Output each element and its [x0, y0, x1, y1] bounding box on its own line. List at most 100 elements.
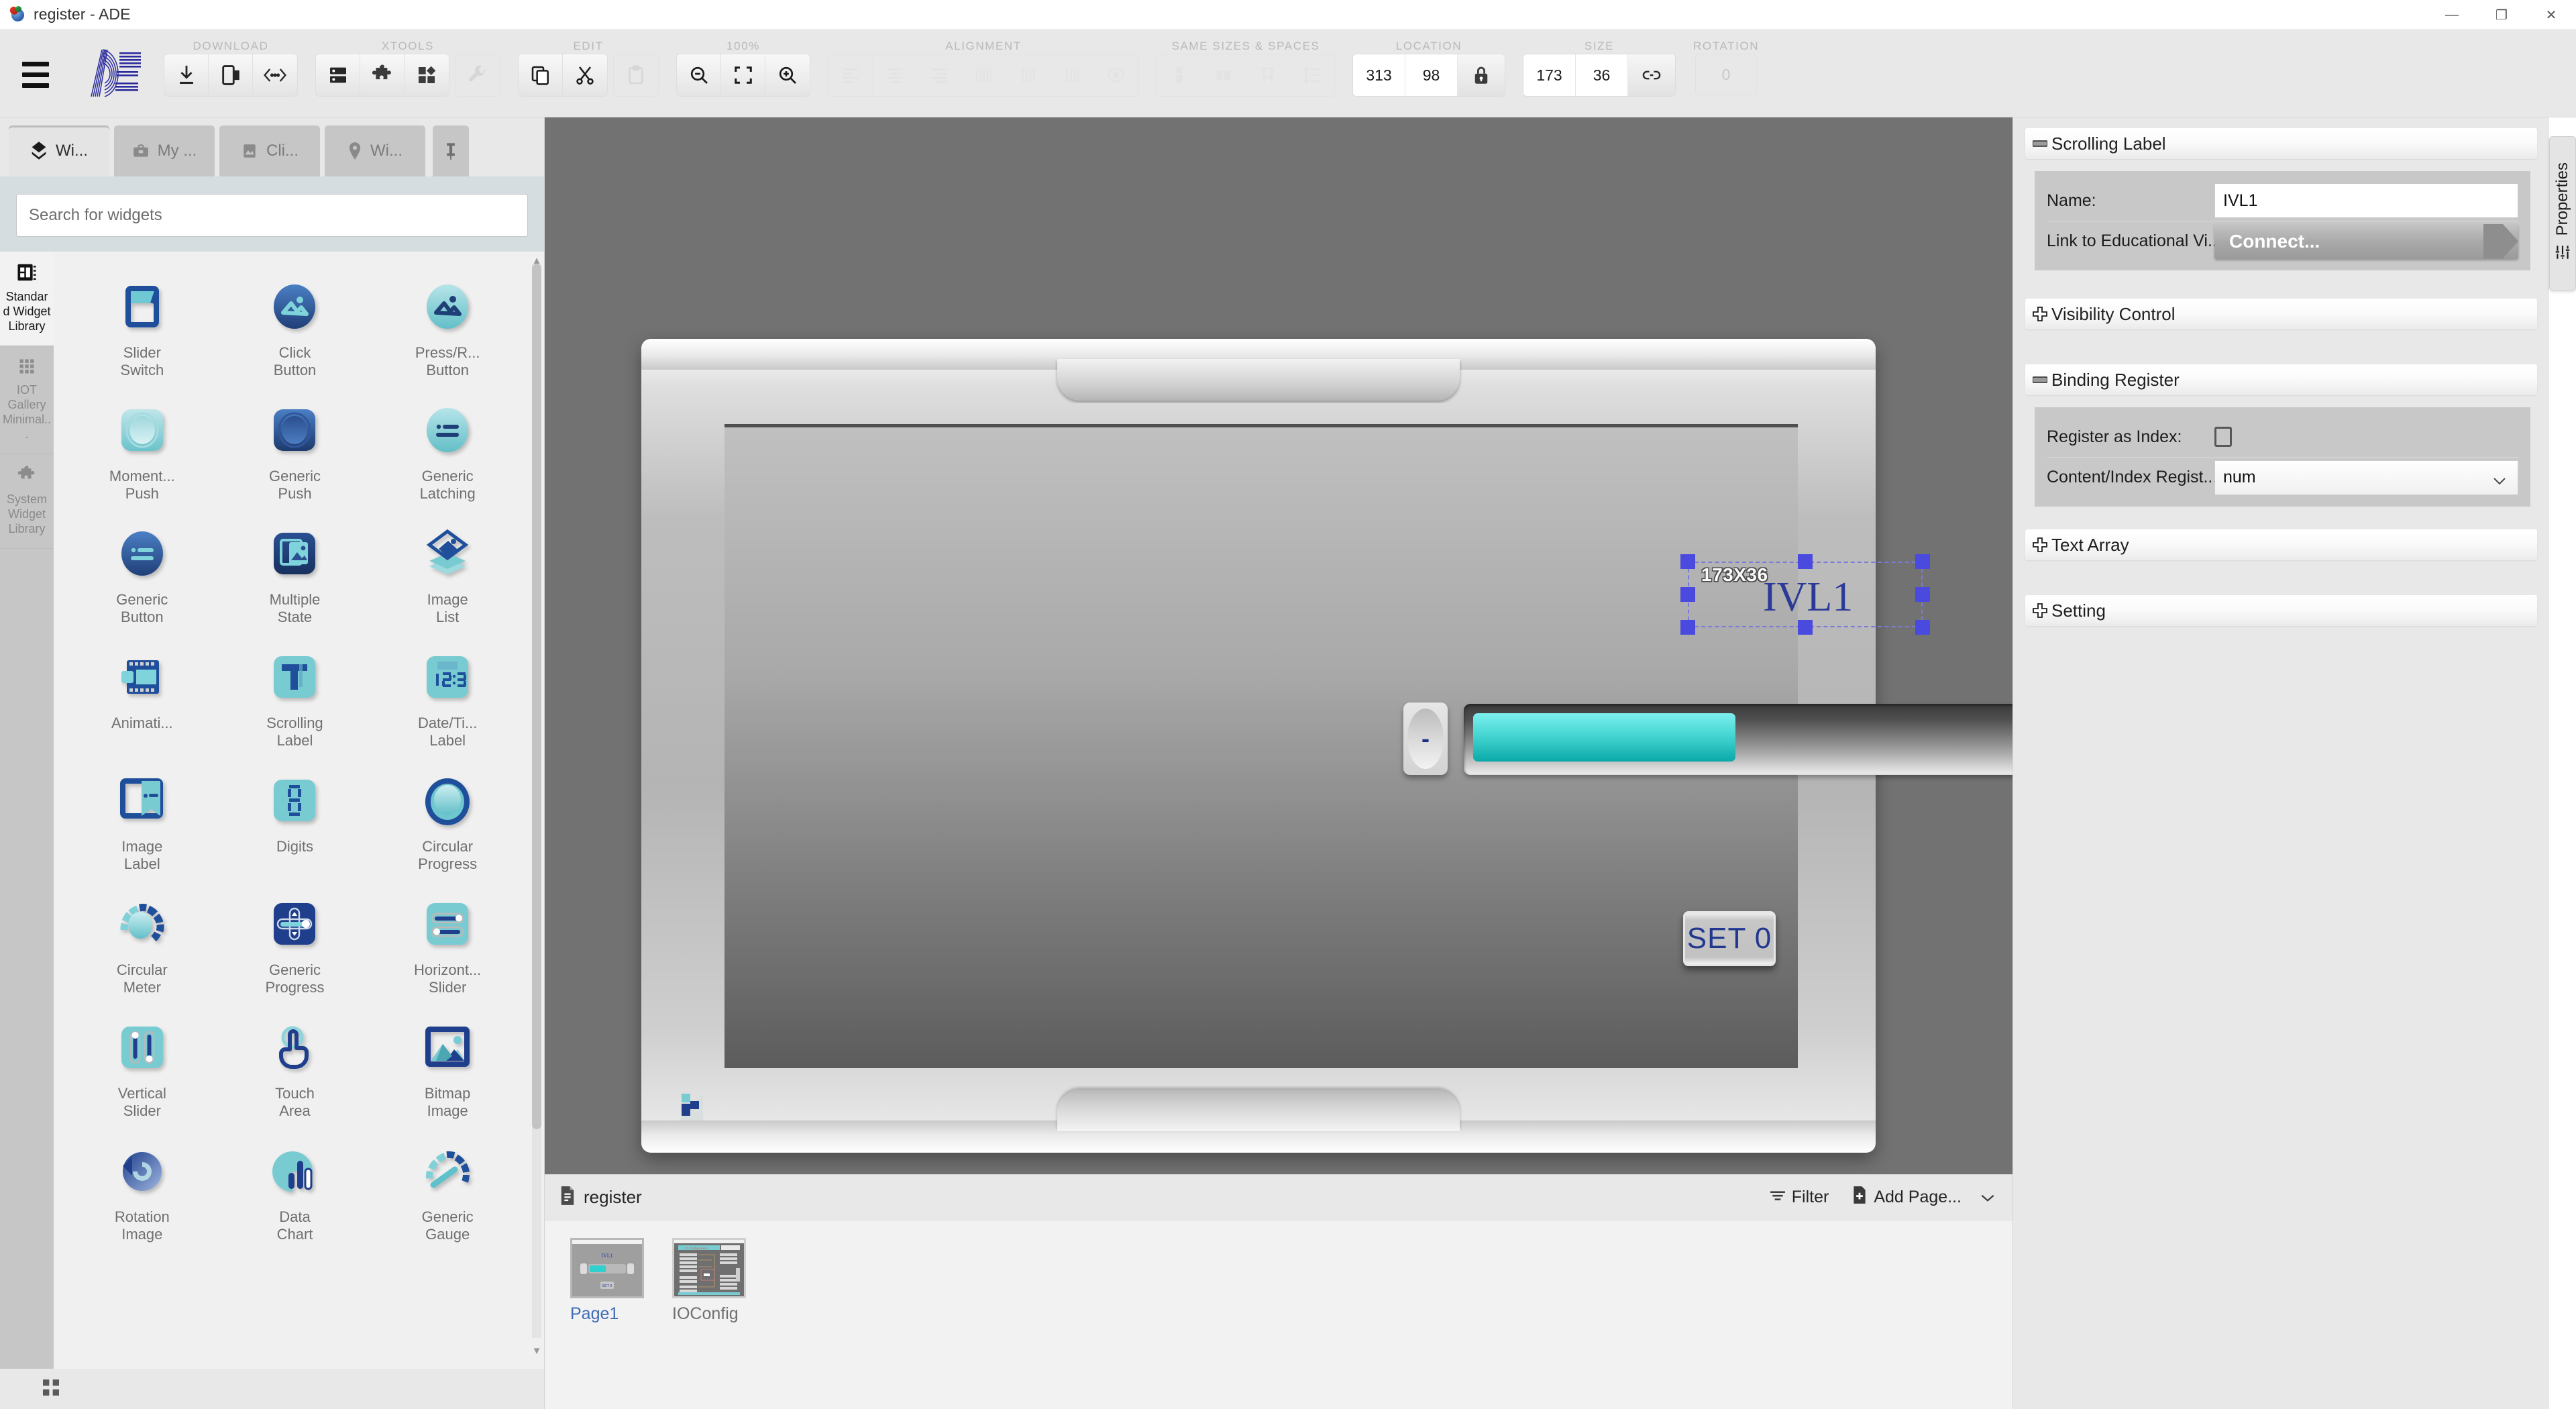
resize-handle-nw[interactable]: [1680, 554, 1695, 569]
design-canvas[interactable]: 173X36 IVL1 - + SET 0: [545, 117, 2012, 1174]
resize-handle-sw[interactable]: [1680, 620, 1695, 635]
widget-grid-scrollbar[interactable]: [532, 264, 541, 1338]
library-standard-widget[interactable]: Standard Widget Library: [0, 252, 54, 346]
hamburger-menu-icon[interactable]: [15, 54, 56, 95]
library-system-widget[interactable]: System Widget Library: [0, 454, 54, 549]
widget-item[interactable]: Animati...: [66, 638, 219, 755]
scroll-down-icon[interactable]: ▼: [532, 1343, 542, 1358]
widget-item[interactable]: Horizont... Slider: [371, 885, 524, 1002]
widget-item[interactable]: Generic Gauge: [371, 1132, 524, 1249]
tab-my-library[interactable]: My ...: [114, 125, 215, 176]
plus-icon[interactable]: [2032, 603, 2048, 619]
copy-icon[interactable]: [519, 54, 563, 96]
widgets-icon[interactable]: [405, 54, 449, 96]
resize-handle-ne[interactable]: [1915, 554, 1930, 569]
chevron-down-icon[interactable]: [1979, 1192, 1996, 1204]
maximize-button[interactable]: ❐: [2477, 0, 2526, 30]
widget-item[interactable]: Vertical Slider: [66, 1008, 219, 1125]
widget-item[interactable]: Moment... Push: [66, 391, 219, 508]
properties-tab[interactable]: Properties: [2549, 136, 2576, 291]
scroll-up-icon[interactable]: ▲: [532, 253, 542, 268]
ribbon-group-size: SIZE 173 36: [1523, 39, 1676, 97]
widget-item[interactable]: Image List: [371, 515, 524, 631]
section-header[interactable]: Visibility Control: [2025, 299, 2537, 329]
scrolling-label-widget[interactable]: IVL1: [1763, 576, 1853, 618]
grid-view-icon[interactable]: [40, 1377, 62, 1402]
connect-button[interactable]: Connect...: [2214, 223, 2518, 259]
section-header[interactable]: Scrolling Label: [2025, 128, 2537, 159]
tab-clipart[interactable]: Cli...: [219, 125, 320, 176]
search-input[interactable]: [16, 194, 528, 237]
lock-icon[interactable]: [1458, 54, 1505, 96]
cut-icon[interactable]: [563, 54, 607, 96]
section-header[interactable]: Text Array: [2025, 529, 2537, 560]
resize-handle-s[interactable]: [1798, 620, 1813, 635]
widget-item[interactable]: Touch Area: [219, 1008, 372, 1125]
add-page-button[interactable]: Add Page...: [1851, 1186, 1962, 1209]
selected-widget[interactable]: 173X36 IVL1: [1680, 554, 1930, 635]
widget-item[interactable]: Generic Latching: [371, 391, 524, 508]
widget-item[interactable]: Slider Switch: [66, 268, 219, 384]
widget-item[interactable]: Circular Progress: [371, 762, 524, 878]
database-icon[interactable]: [316, 54, 360, 96]
content-index-register-select[interactable]: num: [2214, 460, 2518, 495]
zoom-out-icon[interactable]: [677, 54, 721, 96]
section-header[interactable]: Setting: [2025, 595, 2537, 626]
horizontal-slider-widget[interactable]: [1464, 704, 2012, 775]
fit-screen-icon[interactable]: [721, 54, 765, 96]
widget-label: Circular Meter: [116, 961, 168, 996]
resize-handle-w[interactable]: [1680, 587, 1695, 602]
resize-handle-e[interactable]: [1915, 587, 1930, 602]
widget-item[interactable]: Generic Button: [66, 515, 219, 631]
name-input[interactable]: [2214, 183, 2518, 218]
widget-item[interactable]: Generic Push: [219, 391, 372, 508]
rotation-input[interactable]: 0: [1695, 54, 1758, 95]
close-button[interactable]: ✕: [2526, 0, 2576, 30]
library-iot-gallery[interactable]: IOT Gallery Minimal...: [0, 346, 54, 454]
widget-item[interactable]: Scrolling Label: [219, 638, 372, 755]
simulate-icon[interactable]: [209, 54, 253, 96]
link-icon[interactable]: [1628, 54, 1675, 96]
size-width-input[interactable]: 173: [1523, 54, 1576, 96]
puzzle-icon[interactable]: [360, 54, 405, 96]
page-card[interactable]: IVL1 SET 0 Page1: [570, 1238, 644, 1409]
resize-handle-n[interactable]: [1798, 554, 1813, 569]
minus-icon[interactable]: [2032, 372, 2048, 388]
plus-icon[interactable]: [2032, 306, 2048, 322]
widget-item[interactable]: Bitmap Image: [371, 1008, 524, 1125]
minus-icon[interactable]: [2032, 136, 2048, 152]
filter-button[interactable]: Filter: [1770, 1188, 1829, 1207]
page-thumbnail[interactable]: IVL1 SET 0: [570, 1238, 644, 1298]
tab-widgets[interactable]: Wi...: [9, 125, 109, 176]
register-as-index-checkbox[interactable]: [2214, 427, 2232, 447]
page-card[interactable]: IO Configuration IOConfig: [672, 1238, 746, 1409]
widget-item[interactable]: Circular Meter: [66, 885, 219, 1002]
code-brackets-icon[interactable]: [253, 54, 297, 96]
minimize-button[interactable]: —: [2427, 0, 2477, 30]
generic-gauge-icon: [415, 1139, 480, 1203]
set-zero-button[interactable]: SET 0: [1683, 911, 1776, 966]
widget-item[interactable]: Digits: [219, 762, 372, 878]
widget-item[interactable]: Multiple State: [219, 515, 372, 631]
widget-item[interactable]: Data Chart: [219, 1132, 372, 1249]
location-x-input[interactable]: 313: [1353, 54, 1405, 96]
pin-icon[interactable]: [433, 125, 469, 176]
page-thumbnail[interactable]: IO Configuration: [672, 1238, 746, 1298]
widget-item[interactable]: Click Button: [219, 268, 372, 384]
decrement-button[interactable]: -: [1403, 702, 1448, 775]
widget-item[interactable]: Rotation Image: [66, 1132, 219, 1249]
widget-item[interactable]: Generic Progress: [219, 885, 372, 1002]
widget-item[interactable]: Date/Ti... Label: [371, 638, 524, 755]
widget-item[interactable]: Image Label: [66, 762, 219, 878]
size-height-input[interactable]: 36: [1576, 54, 1628, 96]
zoom-in-icon[interactable]: [765, 54, 810, 96]
widget-item[interactable]: Press/R... Button: [371, 268, 524, 384]
resize-handle-se[interactable]: [1915, 620, 1930, 635]
section-header[interactable]: Binding Register: [2025, 364, 2537, 395]
location-y-input[interactable]: 98: [1405, 54, 1458, 96]
tab-widget-map[interactable]: Wi...: [325, 125, 425, 176]
ribbon-group-edit: EDIT: [518, 39, 659, 97]
section-title: Setting: [2051, 600, 2106, 621]
download-icon[interactable]: [164, 54, 209, 96]
plus-icon[interactable]: [2032, 537, 2048, 553]
